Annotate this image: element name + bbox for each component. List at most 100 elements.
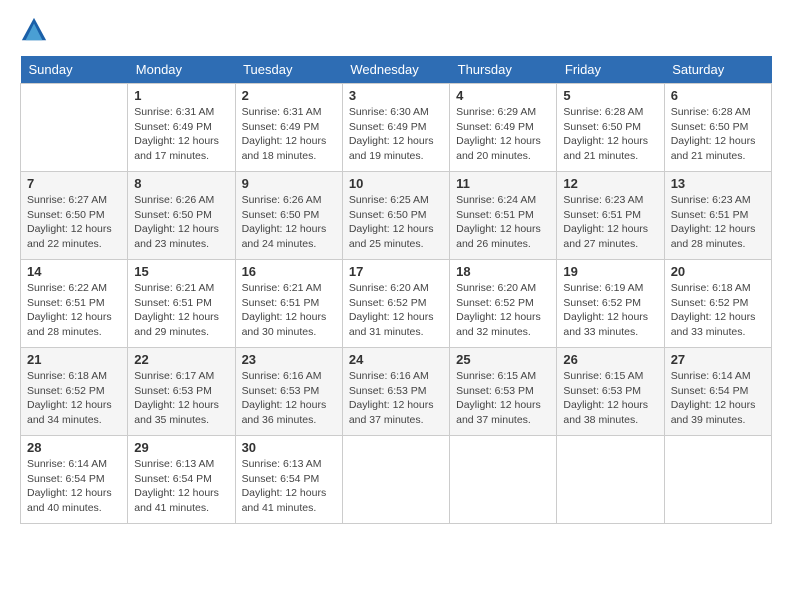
calendar-cell: 29 Sunrise: 6:13 AMSunset: 6:54 PMDayligh…	[128, 436, 235, 524]
calendar-cell: 22 Sunrise: 6:17 AMSunset: 6:53 PMDayligh…	[128, 348, 235, 436]
week-row-4: 21 Sunrise: 6:18 AMSunset: 6:52 PMDayligh…	[21, 348, 772, 436]
logo	[20, 16, 52, 44]
header-cell-friday: Friday	[557, 56, 664, 84]
day-number: 20	[671, 264, 765, 279]
calendar-cell: 6 Sunrise: 6:28 AMSunset: 6:50 PMDaylight…	[664, 84, 771, 172]
calendar-cell: 12Sunrise: 6:23 AMSunset: 6:51 PMDayligh…	[557, 172, 664, 260]
day-number: 3	[349, 88, 443, 103]
day-number: 4	[456, 88, 550, 103]
calendar-cell: 5Sunrise: 6:28 AMSunset: 6:50 PMDaylight…	[557, 84, 664, 172]
day-number: 26	[563, 352, 657, 367]
day-info: Sunrise: 6:18 AMSunset: 6:52 PMDaylight:…	[671, 281, 765, 340]
calendar-cell: 28Sunrise: 6:14 AMSunset: 6:54 PMDayligh…	[21, 436, 128, 524]
calendar-cell: 11 Sunrise: 6:24 AMSunset: 6:51 PMDayligh…	[450, 172, 557, 260]
day-info: Sunrise: 6:29 AMSunset: 6:49 PMDaylight:…	[456, 105, 550, 164]
day-number: 28	[27, 440, 121, 455]
day-info: Sunrise: 6:19 AMSunset: 6:52 PMDaylight:…	[563, 281, 657, 340]
day-number: 14	[27, 264, 121, 279]
calendar-cell: 1 Sunrise: 6:31 AMSunset: 6:49 PMDaylight…	[128, 84, 235, 172]
day-number: 29	[134, 440, 228, 455]
calendar-cell: 26 Sunrise: 6:15 AMSunset: 6:53 PMDayligh…	[557, 348, 664, 436]
calendar-cell: 4 Sunrise: 6:29 AMSunset: 6:49 PMDaylight…	[450, 84, 557, 172]
calendar-cell: 9 Sunrise: 6:26 AMSunset: 6:50 PMDaylight…	[235, 172, 342, 260]
day-number: 19	[563, 264, 657, 279]
day-number: 22	[134, 352, 228, 367]
day-number: 8	[134, 176, 228, 191]
calendar-cell: 21 Sunrise: 6:18 AMSunset: 6:52 PMDayligh…	[21, 348, 128, 436]
calendar-cell: 7Sunrise: 6:27 AMSunset: 6:50 PMDaylight…	[21, 172, 128, 260]
calendar-cell: 14 Sunrise: 6:22 AMSunset: 6:51 PMDayligh…	[21, 260, 128, 348]
day-number: 24	[349, 352, 443, 367]
calendar-cell: 18 Sunrise: 6:20 AMSunset: 6:52 PMDayligh…	[450, 260, 557, 348]
day-number: 16	[242, 264, 336, 279]
logo-icon	[20, 16, 48, 44]
calendar-cell	[664, 436, 771, 524]
day-info: Sunrise: 6:24 AMSunset: 6:51 PMDaylight:…	[456, 193, 550, 252]
day-number: 15	[134, 264, 228, 279]
day-number: 30	[242, 440, 336, 455]
day-number: 27	[671, 352, 765, 367]
day-info: Sunrise: 6:28 AMSunset: 6:50 PMDaylight:…	[671, 105, 765, 164]
day-number: 1	[134, 88, 228, 103]
calendar-cell: 24Sunrise: 6:16 AMSunset: 6:53 PMDayligh…	[342, 348, 449, 436]
day-info: Sunrise: 6:15 AMSunset: 6:53 PMDaylight:…	[563, 369, 657, 428]
day-info: Sunrise: 6:26 AMSunset: 6:50 PMDaylight:…	[242, 193, 336, 252]
day-number: 5	[563, 88, 657, 103]
day-info: Sunrise: 6:22 AMSunset: 6:51 PMDaylight:…	[27, 281, 121, 340]
day-info: Sunrise: 6:30 AMSunset: 6:49 PMDaylight:…	[349, 105, 443, 164]
day-number: 23	[242, 352, 336, 367]
calendar-cell: 27 Sunrise: 6:14 AMSunset: 6:54 PMDayligh…	[664, 348, 771, 436]
header-cell-saturday: Saturday	[664, 56, 771, 84]
calendar-cell	[557, 436, 664, 524]
day-number: 11	[456, 176, 550, 191]
day-info: Sunrise: 6:15 AMSunset: 6:53 PMDaylight:…	[456, 369, 550, 428]
day-info: Sunrise: 6:21 AMSunset: 6:51 PMDaylight:…	[242, 281, 336, 340]
calendar-cell: 23 Sunrise: 6:16 AMSunset: 6:53 PMDayligh…	[235, 348, 342, 436]
day-number: 9	[242, 176, 336, 191]
day-number: 12	[563, 176, 657, 191]
calendar-cell	[21, 84, 128, 172]
day-info: Sunrise: 6:20 AMSunset: 6:52 PMDaylight:…	[456, 281, 550, 340]
calendar-cell: 3 Sunrise: 6:30 AMSunset: 6:49 PMDaylight…	[342, 84, 449, 172]
calendar-cell: 16 Sunrise: 6:21 AMSunset: 6:51 PMDayligh…	[235, 260, 342, 348]
calendar-cell	[450, 436, 557, 524]
day-number: 2	[242, 88, 336, 103]
calendar-cell: 20 Sunrise: 6:18 AMSunset: 6:52 PMDayligh…	[664, 260, 771, 348]
day-number: 25	[456, 352, 550, 367]
day-info: Sunrise: 6:20 AMSunset: 6:52 PMDaylight:…	[349, 281, 443, 340]
day-info: Sunrise: 6:27 AMSunset: 6:50 PMDaylight:…	[27, 193, 121, 252]
header-row: SundayMondayTuesdayWednesdayThursdayFrid…	[21, 56, 772, 84]
calendar-cell: 13Sunrise: 6:23 AMSunset: 6:51 PMDayligh…	[664, 172, 771, 260]
day-number: 13	[671, 176, 765, 191]
day-info: Sunrise: 6:21 AMSunset: 6:51 PMDaylight:…	[134, 281, 228, 340]
day-info: Sunrise: 6:16 AMSunset: 6:53 PMDaylight:…	[242, 369, 336, 428]
day-info: Sunrise: 6:25 AMSunset: 6:50 PMDaylight:…	[349, 193, 443, 252]
calendar-cell: 8 Sunrise: 6:26 AMSunset: 6:50 PMDaylight…	[128, 172, 235, 260]
day-info: Sunrise: 6:13 AMSunset: 6:54 PMDaylight:…	[242, 457, 336, 516]
week-row-3: 14 Sunrise: 6:22 AMSunset: 6:51 PMDayligh…	[21, 260, 772, 348]
calendar-cell: 19 Sunrise: 6:19 AMSunset: 6:52 PMDayligh…	[557, 260, 664, 348]
calendar-cell: 10Sunrise: 6:25 AMSunset: 6:50 PMDayligh…	[342, 172, 449, 260]
header-cell-wednesday: Wednesday	[342, 56, 449, 84]
day-info: Sunrise: 6:26 AMSunset: 6:50 PMDaylight:…	[134, 193, 228, 252]
day-info: Sunrise: 6:17 AMSunset: 6:53 PMDaylight:…	[134, 369, 228, 428]
calendar-cell: 25 Sunrise: 6:15 AMSunset: 6:53 PMDayligh…	[450, 348, 557, 436]
day-number: 6	[671, 88, 765, 103]
calendar: SundayMondayTuesdayWednesdayThursdayFrid…	[20, 56, 772, 524]
day-info: Sunrise: 6:18 AMSunset: 6:52 PMDaylight:…	[27, 369, 121, 428]
calendar-cell: 2Sunrise: 6:31 AMSunset: 6:49 PMDaylight…	[235, 84, 342, 172]
day-number: 18	[456, 264, 550, 279]
day-info: Sunrise: 6:14 AMSunset: 6:54 PMDaylight:…	[671, 369, 765, 428]
calendar-cell: 30 Sunrise: 6:13 AMSunset: 6:54 PMDayligh…	[235, 436, 342, 524]
week-row-5: 28Sunrise: 6:14 AMSunset: 6:54 PMDayligh…	[21, 436, 772, 524]
calendar-header: SundayMondayTuesdayWednesdayThursdayFrid…	[21, 56, 772, 84]
week-row-2: 7Sunrise: 6:27 AMSunset: 6:50 PMDaylight…	[21, 172, 772, 260]
header-cell-tuesday: Tuesday	[235, 56, 342, 84]
day-info: Sunrise: 6:13 AMSunset: 6:54 PMDaylight:…	[134, 457, 228, 516]
header	[20, 16, 772, 44]
day-info: Sunrise: 6:31 AMSunset: 6:49 PMDaylight:…	[134, 105, 228, 164]
day-number: 21	[27, 352, 121, 367]
header-cell-sunday: Sunday	[21, 56, 128, 84]
calendar-body: 1 Sunrise: 6:31 AMSunset: 6:49 PMDaylight…	[21, 84, 772, 524]
day-number: 17	[349, 264, 443, 279]
